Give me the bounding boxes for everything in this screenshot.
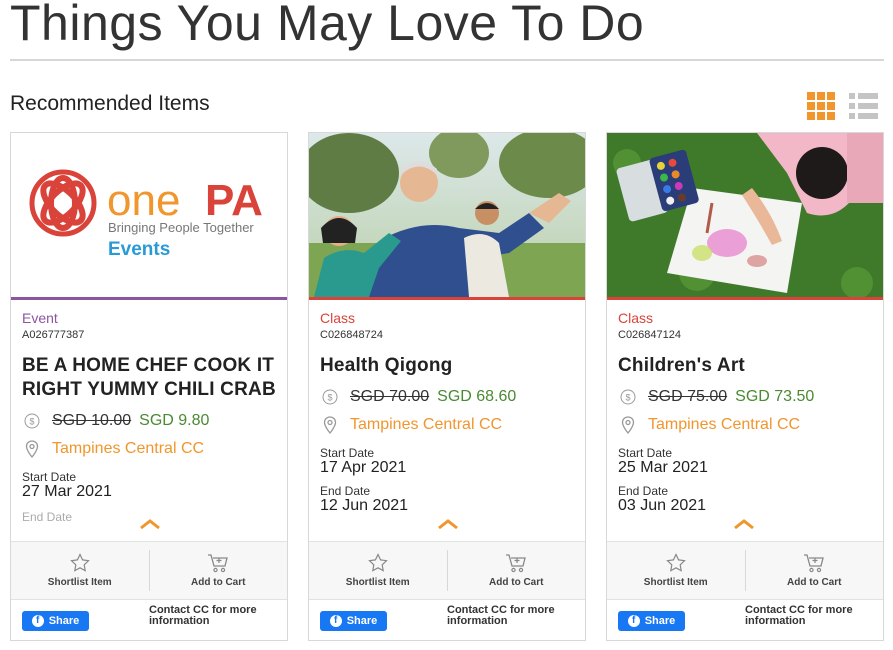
new-price: SGD 9.80 <box>139 412 210 429</box>
item-card: one PA Bringing People Together Events E… <box>10 132 288 641</box>
chevron-up-icon[interactable] <box>139 518 161 530</box>
price-row: $ SGD 70.00 SGD 68.60 <box>320 388 578 406</box>
new-price: SGD 73.50 <box>735 388 815 405</box>
dollar-icon: $ <box>22 413 42 429</box>
list-view-icon[interactable] <box>849 92 877 120</box>
cart-icon <box>506 554 527 573</box>
card-image-childrens-art[interactable] <box>607 133 883 297</box>
location-link[interactable]: Tampines Central CC <box>350 416 502 434</box>
location-row: Tampines Central CC <box>320 416 578 434</box>
card-accent-bar <box>11 297 287 300</box>
logo-one: one <box>107 176 180 225</box>
new-price: SGD 68.60 <box>437 388 517 405</box>
chevron-up-icon[interactable] <box>733 518 755 530</box>
start-date-label: Start Date <box>22 470 77 484</box>
old-price: SGD 70.00 <box>350 388 430 405</box>
dollar-icon: $ <box>320 389 340 405</box>
add-to-cart-button[interactable]: Add to Cart <box>744 550 884 591</box>
logo-pa: PA <box>205 176 263 225</box>
facebook-share-button[interactable]: f Share <box>320 611 387 631</box>
card-category: Class <box>320 310 356 326</box>
svg-text:$: $ <box>29 417 34 427</box>
old-price: SGD 10.00 <box>52 412 132 429</box>
location-pin-icon <box>618 416 638 434</box>
facebook-share-button[interactable]: f Share <box>618 611 685 631</box>
add-to-cart-button[interactable]: Add to Cart <box>446 550 586 591</box>
star-icon <box>69 553 90 572</box>
card-accent-bar <box>607 297 883 300</box>
shortlist-button[interactable]: Shortlist Item <box>607 542 745 599</box>
card-title[interactable]: Children's Art <box>618 354 876 378</box>
card-code: C026848724 <box>320 329 384 341</box>
card-title[interactable]: BE A HOME CHEF COOK IT RIGHT YUMMY CHILI… <box>22 354 280 402</box>
card-footer: f Share Contact CC for more information <box>607 599 883 640</box>
end-date: 03 Jun 2021 <box>618 497 707 514</box>
contact-cc-text: Contact CC for more information <box>447 604 555 627</box>
cart-icon <box>804 554 825 573</box>
svg-text:$: $ <box>327 393 332 403</box>
start-date: 25 Mar 2021 <box>618 459 708 476</box>
start-date-label: Start Date <box>320 446 375 460</box>
old-price: SGD 75.00 <box>648 388 728 405</box>
star-icon <box>367 553 388 572</box>
item-card: Class C026848724 Health Qigong $ SGD 70.… <box>308 132 586 641</box>
location-pin-icon <box>22 440 42 458</box>
location-link[interactable]: Tampines Central CC <box>52 440 204 458</box>
end-date: 12 Jun 2021 <box>320 497 409 514</box>
card-body: Class C026847124 Children's Art $ SGD 75… <box>618 310 876 542</box>
end-date-label: End Date <box>618 484 669 498</box>
shortlist-button[interactable]: Shortlist Item <box>11 542 149 599</box>
location-row: Tampines Central CC <box>22 440 280 458</box>
childrens-art-photo <box>607 133 883 297</box>
price-row: $ SGD 10.00 SGD 9.80 <box>22 412 280 430</box>
card-actions: Shortlist Item Add to Cart <box>309 541 585 599</box>
shortlist-button[interactable]: Shortlist Item <box>309 542 447 599</box>
end-date-label: End Date <box>320 484 371 498</box>
card-body: Class C026848724 Health Qigong $ SGD 70.… <box>320 310 578 542</box>
location-pin-icon <box>320 416 340 434</box>
card-image-onepa-logo[interactable]: one PA Bringing People Together Events <box>11 133 287 297</box>
card-footer: f Share Contact CC for more information <box>309 599 585 640</box>
card-category: Class <box>618 310 654 326</box>
chevron-up-icon[interactable] <box>437 518 459 530</box>
price-row: $ SGD 75.00 SGD 73.50 <box>618 388 876 406</box>
start-date: 27 Mar 2021 <box>22 483 112 500</box>
card-footer: f Share Contact CC for more information <box>11 599 287 640</box>
logo-events: Events <box>108 239 170 260</box>
start-date: 17 Apr 2021 <box>320 459 407 476</box>
svg-text:$: $ <box>625 393 630 403</box>
dollar-icon: $ <box>618 389 638 405</box>
item-card: Class C026847124 Children's Art $ SGD 75… <box>606 132 884 641</box>
facebook-icon: f <box>627 615 640 627</box>
onepa-logo: one PA Bringing People Together Events <box>29 169 263 260</box>
title-divider <box>10 59 884 61</box>
section-title: Recommended Items <box>10 92 210 115</box>
card-category: Event <box>22 310 58 326</box>
card-code: A026777387 <box>22 329 85 341</box>
star-icon <box>665 553 686 572</box>
contact-cc-text: Contact CC for more information <box>149 604 257 627</box>
logo-tagline: Bringing People Together <box>108 220 254 235</box>
facebook-icon: f <box>329 615 342 627</box>
card-code: C026847124 <box>618 329 682 341</box>
facebook-icon: f <box>31 615 44 627</box>
facebook-share-button[interactable]: f Share <box>22 611 89 631</box>
card-image-qigong[interactable] <box>309 133 585 297</box>
contact-cc-text: Contact CC for more information <box>745 604 853 627</box>
cart-icon <box>208 554 229 573</box>
grid-view-icon[interactable] <box>807 92 835 120</box>
card-actions: Shortlist Item Add to Cart <box>11 541 287 599</box>
add-to-cart-button[interactable]: Add to Cart <box>148 550 288 591</box>
location-row: Tampines Central CC <box>618 416 876 434</box>
qigong-photo <box>309 133 585 297</box>
card-title[interactable]: Health Qigong <box>320 354 578 378</box>
view-toggle <box>807 92 877 120</box>
page-title: Things You May Love To Do <box>10 0 645 51</box>
location-link[interactable]: Tampines Central CC <box>648 416 800 434</box>
start-date-label: Start Date <box>618 446 673 460</box>
card-accent-bar <box>309 297 585 300</box>
card-actions: Shortlist Item Add to Cart <box>607 541 883 599</box>
card-body: Event A026777387 BE A HOME CHEF COOK IT … <box>22 310 280 542</box>
